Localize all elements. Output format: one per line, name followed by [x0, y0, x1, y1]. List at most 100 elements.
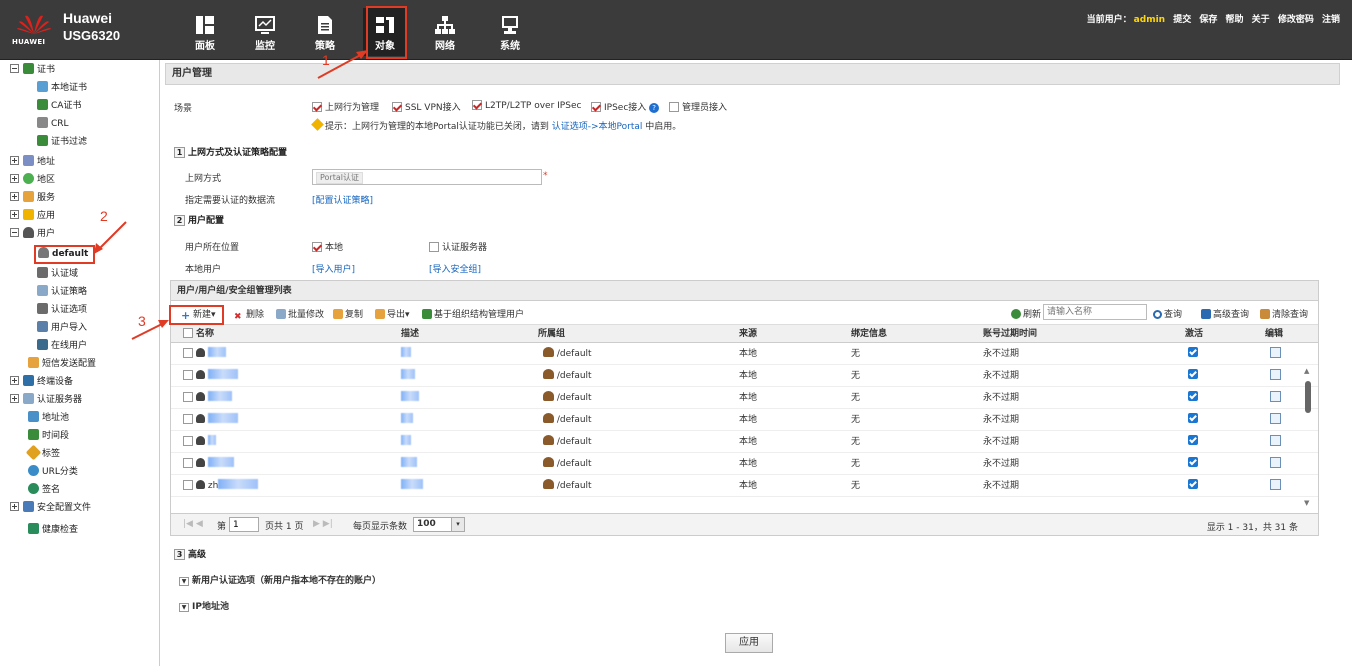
checkbox[interactable]	[429, 242, 439, 252]
header-description[interactable]: 描述	[401, 325, 419, 342]
sidebar-item-default[interactable]: default	[34, 245, 95, 264]
sidebar-item-region[interactable]: 地区	[10, 172, 55, 188]
sidebar-item-certificate[interactable]: 证书	[10, 62, 55, 78]
search-input[interactable]	[1043, 304, 1147, 320]
new-user-auth-options[interactable]: ▼ 新用户认证选项（新用户指本地不存在的账户）	[179, 573, 381, 586]
active-checkbox[interactable]	[1188, 435, 1198, 445]
sidebar-item-url-category[interactable]: URL分类	[28, 464, 78, 480]
row-checkbox[interactable]	[183, 370, 193, 380]
apply-button[interactable]: 应用	[725, 633, 773, 653]
table-row[interactable]: /default 本地 无 永不过期	[171, 431, 1318, 453]
org-structure-button[interactable]: 基于组织结构管理用户	[422, 307, 524, 320]
edit-icon[interactable]	[1270, 391, 1281, 402]
sidebar-item-terminal-device[interactable]: 终端设备	[10, 374, 73, 390]
header-active[interactable]: 激活	[1185, 325, 1203, 342]
sidebar-item-user[interactable]: 用户	[10, 226, 55, 242]
checkbox[interactable]	[669, 102, 679, 112]
page-number-input[interactable]	[229, 517, 259, 532]
clear-query-button[interactable]: 清除查询	[1260, 307, 1308, 320]
scene-web-behavior[interactable]: 上网行为管理	[312, 100, 379, 113]
header-edit[interactable]: 编辑	[1265, 325, 1283, 342]
active-checkbox[interactable]	[1188, 369, 1198, 379]
active-checkbox[interactable]	[1188, 391, 1198, 401]
ip-address-pool[interactable]: ▼ IP地址池	[179, 599, 229, 612]
query-button[interactable]: 查询	[1153, 307, 1182, 320]
sidebar-item-sms-config[interactable]: 短信发送配置	[28, 356, 96, 372]
active-checkbox[interactable]	[1188, 413, 1198, 423]
sidebar-item-crl[interactable]: CRL	[37, 116, 69, 132]
active-checkbox[interactable]	[1188, 479, 1198, 489]
checkbox[interactable]	[392, 102, 402, 112]
sidebar-item-tag[interactable]: 标签	[25, 444, 60, 462]
row-checkbox[interactable]	[183, 414, 193, 424]
sidebar-item-auth-domain[interactable]: 认证域	[37, 266, 78, 282]
nav-policy[interactable]: 策略	[303, 8, 347, 56]
table-row[interactable]: /default 本地 无 永不过期	[171, 343, 1318, 365]
sidebar-item-auth-policy[interactable]: 认证策略	[37, 284, 87, 300]
location-auth-server[interactable]: 认证服务器	[429, 240, 487, 253]
sidebar-item-security-profile[interactable]: 安全配置文件	[10, 500, 91, 516]
sidebar-item-time-range[interactable]: 时间段	[28, 428, 69, 444]
header-source[interactable]: 来源	[739, 325, 757, 342]
row-checkbox[interactable]	[183, 480, 193, 490]
import-group-link[interactable]: [导入安全组]	[429, 262, 481, 275]
nav-system[interactable]: 系统	[488, 8, 532, 56]
export-button[interactable]: 导出▾	[375, 307, 410, 320]
header-expire[interactable]: 账号过期时间	[983, 325, 1037, 342]
logout-link[interactable]: 注销	[1322, 15, 1340, 25]
table-row[interactable]: /default 本地 无 永不过期	[171, 453, 1318, 475]
edit-icon[interactable]	[1270, 347, 1281, 358]
active-checkbox[interactable]	[1188, 347, 1198, 357]
edit-icon[interactable]	[1270, 413, 1281, 424]
location-local[interactable]: 本地	[312, 240, 343, 253]
sidebar-item-application[interactable]: 应用	[10, 208, 55, 224]
vertical-scrollbar[interactable]: ▲ ▼	[1304, 367, 1312, 507]
per-page-select[interactable]: 100 ▾	[413, 517, 465, 532]
portal-settings-link[interactable]: 认证选项->本地Portal	[552, 122, 643, 132]
checkbox[interactable]	[591, 102, 601, 112]
scene-l2tp[interactable]: L2TP/L2TP over IPSec	[472, 100, 581, 111]
batch-edit-button[interactable]: 批量修改	[276, 307, 324, 320]
next-page-icon[interactable]: ▶ ▶|	[313, 519, 333, 529]
sidebar-item-address-pool[interactable]: 地址池	[28, 410, 69, 426]
access-mode-field[interactable]: Portal认证	[312, 169, 542, 185]
about-link[interactable]: 关于	[1252, 15, 1270, 25]
sidebar-item-auth-server[interactable]: 认证服务器	[10, 392, 82, 408]
help-link[interactable]: 帮助	[1226, 15, 1244, 25]
active-checkbox[interactable]	[1188, 457, 1198, 467]
table-row[interactable]: /default 本地 无 永不过期	[171, 365, 1318, 387]
header-group[interactable]: 所属组	[538, 325, 565, 342]
row-checkbox[interactable]	[183, 436, 193, 446]
save-link[interactable]: 保存	[1199, 15, 1217, 25]
nav-network[interactable]: 网络	[423, 8, 467, 56]
sidebar-item-auth-options[interactable]: 认证选项	[37, 302, 87, 318]
checkbox[interactable]	[312, 102, 322, 112]
table-row[interactable]: /default 本地 无 永不过期	[171, 409, 1318, 431]
sidebar-item-health-check[interactable]: 健康检查	[28, 522, 78, 538]
table-row[interactable]: zh /default 本地 无 永不过期	[171, 475, 1318, 497]
edit-icon[interactable]	[1270, 479, 1281, 490]
sidebar-item-user-import[interactable]: 用户导入	[37, 320, 87, 336]
sidebar-item-signature[interactable]: 签名	[28, 482, 60, 498]
sidebar-item-cert-filter[interactable]: 证书过滤	[37, 134, 87, 150]
delete-button[interactable]: ✖ 删除	[234, 307, 264, 322]
sidebar-item-local-cert[interactable]: 本地证书	[37, 80, 87, 96]
sidebar-item-online-users[interactable]: 在线用户	[37, 338, 87, 354]
header-name[interactable]: 名称	[183, 325, 214, 342]
checkbox[interactable]	[472, 100, 482, 110]
row-checkbox[interactable]	[183, 348, 193, 358]
sidebar-item-service[interactable]: 服务	[10, 190, 55, 206]
checkbox[interactable]	[312, 242, 322, 252]
table-row[interactable]: /default 本地 无 永不过期	[171, 387, 1318, 409]
refresh-button[interactable]: 刷新	[1011, 307, 1041, 320]
copy-button[interactable]: 复制	[333, 307, 363, 320]
scene-admin[interactable]: 管理员接入	[669, 100, 727, 113]
select-all-checkbox[interactable]	[183, 328, 193, 338]
row-checkbox[interactable]	[183, 458, 193, 468]
scene-ipsec[interactable]: IPSec接入 ?	[591, 100, 660, 113]
row-checkbox[interactable]	[183, 392, 193, 402]
config-auth-policy-link[interactable]: [配置认证策略]	[312, 193, 373, 206]
edit-icon[interactable]	[1270, 435, 1281, 446]
nav-monitor[interactable]: 监控	[243, 8, 287, 56]
sidebar-item-address[interactable]: 地址	[10, 154, 55, 170]
